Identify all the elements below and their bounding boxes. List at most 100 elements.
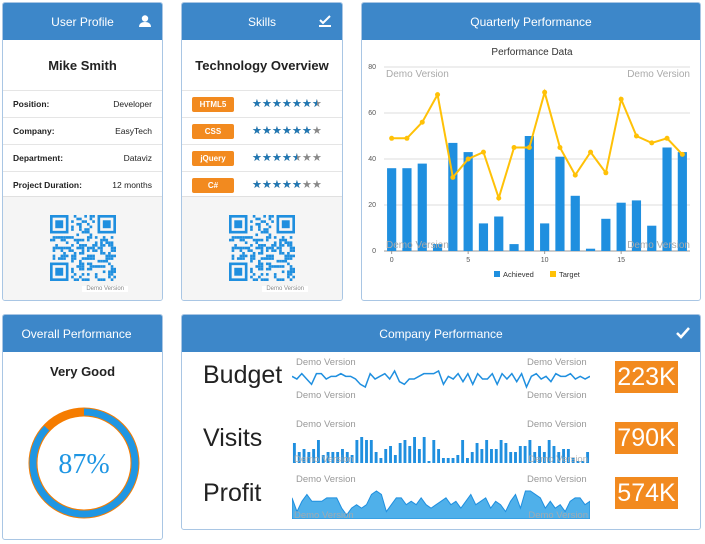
target-point[interactable] [496, 195, 502, 201]
quarterly-title: Quarterly Performance [470, 14, 592, 29]
quarterly-panel: Quarterly Performance Performance Data 0… [361, 2, 701, 301]
sparkline-bar [369, 440, 373, 463]
sparkline-bar [413, 437, 417, 463]
target-point[interactable] [389, 135, 395, 141]
target-point[interactable] [679, 151, 685, 157]
star-icon: ★★ [282, 124, 292, 137]
star-rating: ★★★★★★★★★★★★ [252, 152, 322, 164]
target-point[interactable] [649, 140, 655, 146]
visits-bar-sparkline: Demo Version Demo Version [292, 437, 590, 463]
target-point[interactable] [419, 119, 425, 125]
achieved-bar[interactable] [662, 147, 672, 252]
sparkline-bar [427, 461, 431, 463]
star-rating: ★★★★★★★★★★★★ [252, 178, 322, 191]
legend-label[interactable]: Target [559, 270, 581, 279]
achieved-bar[interactable] [417, 163, 427, 251]
skill-row: C# ★ ★ ★ ★ ★ ★ ★ ★ ★ ★ ★ ★ [182, 172, 342, 199]
target-point[interactable] [588, 149, 594, 155]
target-point[interactable] [465, 156, 471, 162]
target-point[interactable] [526, 145, 532, 150]
target-point[interactable] [618, 96, 624, 102]
sparkline-bar [499, 440, 503, 463]
star-icon: ★★ [302, 97, 312, 110]
skill-badge[interactable]: CSS [192, 123, 234, 139]
info-row-department: Department: Dataviz [3, 145, 162, 172]
achieved-bar[interactable] [402, 168, 412, 251]
star-icon: ★ [312, 124, 322, 137]
skill-badge[interactable]: C# [192, 177, 234, 193]
sparkline-bar [451, 458, 455, 463]
checkbox-icon[interactable] [318, 14, 332, 28]
sparkline-bar [446, 458, 450, 463]
user-info-table: Position: Developer Company: EasyTech Depa… [3, 90, 162, 199]
skills-title: Skills [247, 14, 276, 29]
y-tick-label: 0 [372, 248, 376, 255]
sparkline-bar [437, 449, 441, 463]
target-point[interactable] [450, 174, 456, 180]
quarterly-header: Quarterly Performance [362, 3, 700, 54]
y-tick-label: 80 [368, 64, 376, 71]
target-point[interactable] [572, 172, 578, 178]
target-point[interactable] [603, 170, 609, 176]
legend-label[interactable]: Achieved [503, 270, 534, 279]
target-point[interactable] [404, 135, 410, 141]
watermark: Demo Version [296, 419, 356, 430]
star-icon: ★★ [252, 124, 262, 137]
star-icon: ★ [302, 178, 312, 191]
achieved-bar[interactable] [540, 223, 550, 251]
achieved-bar[interactable] [524, 136, 534, 251]
skills-panel: Skills Technology Overview HTML5 ★ ★ ★ ★ ★ ★ ★ ★… [181, 2, 343, 301]
user-icon[interactable] [138, 14, 152, 28]
achieved-bar[interactable] [555, 156, 565, 251]
achieved-bar[interactable] [585, 248, 596, 251]
achieved-bar[interactable] [478, 223, 489, 251]
watermark: Demo Version [294, 454, 354, 463]
metric-label-visits: Visits [203, 424, 263, 452]
info-label: Position: [13, 99, 50, 109]
watermark: Demo Version [528, 510, 588, 519]
target-point[interactable] [664, 135, 670, 141]
sparkline-bar [374, 452, 378, 463]
achieved-bar[interactable] [616, 202, 626, 251]
achieved-bar[interactable] [509, 244, 519, 251]
skills-subtitle: Technology Overview [195, 57, 329, 73]
target-point[interactable] [542, 89, 548, 95]
achieved-bar[interactable] [387, 168, 397, 251]
star-icon: ★★ [272, 178, 282, 191]
achieved-bar[interactable] [494, 216, 504, 252]
user-profile-panel: User Profile Mike Smith Position: Develop… [2, 2, 163, 301]
sparkline-bar [393, 455, 397, 463]
qr-code [49, 215, 116, 281]
sparkline-bar [494, 449, 498, 463]
check-icon[interactable] [676, 326, 690, 340]
sparkline-bar [504, 443, 508, 463]
sparkline-bar [465, 458, 469, 463]
target-point[interactable] [480, 149, 486, 155]
user-profile-title: User Profile [51, 14, 114, 29]
user-name: Mike Smith [48, 57, 117, 73]
watermark: Demo Version [527, 419, 587, 430]
skill-badge[interactable]: jQuery [192, 150, 234, 166]
achieved-bar[interactable] [463, 152, 473, 251]
achieved-bar[interactable] [677, 152, 687, 251]
sparkline-bar [514, 452, 517, 463]
star-icon: ★★ [282, 178, 292, 191]
info-row-company: Company: EasyTech [3, 118, 162, 145]
gauge-percent: 87% [58, 449, 109, 480]
achieved-bar[interactable] [570, 195, 580, 251]
info-row-position: Position: Developer [3, 91, 162, 118]
target-point[interactable] [511, 145, 517, 150]
target-point[interactable] [633, 133, 639, 139]
target-point[interactable] [435, 92, 441, 98]
sparkline-bar [365, 440, 368, 463]
achieved-bar[interactable] [601, 218, 611, 251]
sparkline-bar [389, 446, 392, 463]
skill-badge[interactable]: HTML5 [192, 96, 234, 112]
sparkline-path [292, 369, 590, 389]
target-point[interactable] [557, 145, 563, 150]
overall-rating: Very Good [49, 364, 116, 379]
sparkline-bar [360, 437, 364, 463]
sparkline-bar [461, 440, 465, 463]
target-line [391, 88, 684, 202]
skill-row: jQuery ★★★★★★★★★★★★ [182, 145, 342, 172]
